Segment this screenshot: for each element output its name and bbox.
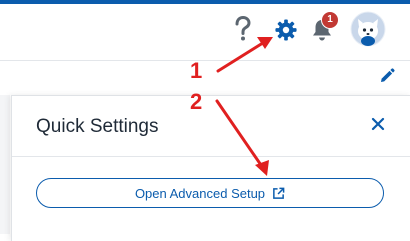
annotation-step-1: 1 [190, 58, 203, 83]
annotation-step-2: 2 [190, 89, 203, 114]
quick-settings-panel: Quick Settings Open Advanced Setup [11, 95, 410, 241]
help-icon[interactable] [232, 16, 254, 42]
page-background-strip [0, 95, 10, 234]
page-toolbar [0, 61, 410, 95]
panel-divider [12, 156, 410, 157]
open-advanced-setup-label: Open Advanced Setup [134, 185, 266, 201]
pencil-icon[interactable] [379, 68, 395, 84]
quick-settings-title: Quick Settings [36, 116, 159, 137]
notification-count-badge: 1 [321, 11, 339, 29]
avatar[interactable] [350, 11, 386, 47]
global-header [0, 4, 410, 60]
close-icon[interactable] [369, 115, 387, 133]
open-advanced-setup-button[interactable]: Open Advanced Setup [36, 178, 384, 208]
external-link-icon [273, 187, 285, 199]
gear-icon[interactable] [275, 19, 297, 41]
